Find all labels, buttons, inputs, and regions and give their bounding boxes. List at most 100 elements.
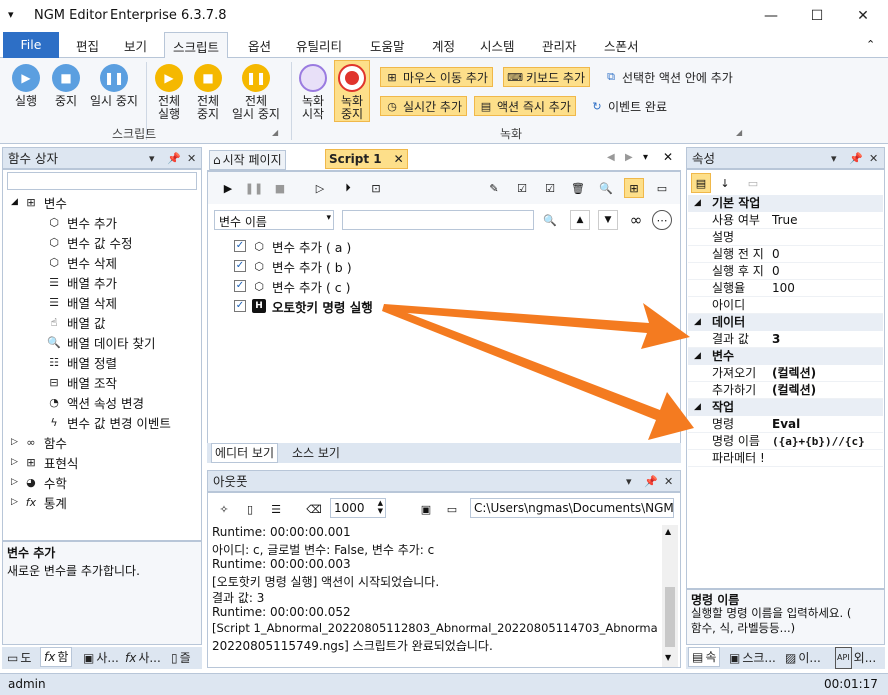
tree-node-variables[interactable]: ◢ ⊞ 변수 [11, 192, 67, 212]
function-search-input[interactable] [7, 172, 197, 190]
scroll-up-icon[interactable]: ▲ [665, 527, 671, 536]
property-row[interactable]: 실행 후 지0 [688, 263, 883, 280]
stop-script-icon[interactable]: ■ [270, 178, 290, 198]
property-row[interactable]: 실행 전 지0 [688, 246, 883, 263]
tab-editor-view[interactable]: 에디터 보기 [211, 443, 279, 463]
collapse-icon[interactable]: ◢ [694, 348, 701, 365]
folder-icon[interactable]: ▭ [442, 499, 462, 519]
tab-list-icon[interactable]: ▾ [643, 152, 648, 163]
close-icon[interactable]: ✕ [869, 148, 878, 170]
category-variables[interactable]: ◢ 변수 [688, 348, 883, 365]
property-row-command[interactable]: 명령 Eval [688, 416, 883, 433]
menu-account[interactable]: 계정 [432, 36, 455, 55]
categorized-icon[interactable]: ▤ [691, 173, 711, 193]
scroll-left-icon[interactable]: ◀ [607, 152, 615, 163]
tree-item-add-variable[interactable]: ⬡ 변수 추가 [47, 212, 117, 232]
tab-start-page[interactable]: ⌂ 시작 페이지 [209, 150, 286, 170]
scroll-right-icon[interactable]: ▶ [625, 152, 633, 163]
add-action-now-button[interactable]: ▤ 액션 즉시 추가 [474, 96, 576, 116]
monitor-icon[interactable]: ▭ [652, 178, 672, 198]
tab-source-view[interactable]: 소스 보기 [289, 443, 343, 463]
property-row[interactable]: 실행율 100 [688, 280, 883, 297]
menu-sponsor[interactable]: 스폰서 [604, 36, 639, 55]
more-icon[interactable]: ⋯ [652, 210, 672, 230]
pause-button[interactable]: ❚❚ 일시 중지 [86, 64, 142, 108]
tree-node-expressions[interactable]: ▷ ⊞ 표현식 [11, 452, 78, 472]
tree-item-sort-array[interactable]: ☷ 배열 정렬 [47, 352, 117, 372]
property-row[interactable]: 가져오기 (컬렉션) [688, 365, 883, 382]
pin-icon[interactable]: 📌 [644, 471, 658, 493]
tab-images[interactable]: ▨ 이... [782, 648, 824, 668]
add-into-selected-button[interactable]: ⧉ 선택한 액션 안에 추가 [600, 67, 737, 87]
event-complete-button[interactable]: ↻ 이벤트 완료 [586, 96, 671, 116]
record-stop-button[interactable]: 녹화 중지 [334, 60, 370, 122]
tree-item-array-value[interactable]: ☝ 배열 값 [47, 312, 106, 332]
menu-script[interactable]: 스크립트 [164, 32, 229, 59]
close-icon[interactable]: ✕ [664, 471, 673, 493]
menu-system[interactable]: 시스템 [480, 36, 515, 55]
minimize-button[interactable]: — [748, 0, 794, 32]
tree-item-change-action-property[interactable]: ◔ 액션 속성 변경 [47, 392, 144, 412]
run-script-icon[interactable]: ▶ [218, 178, 238, 198]
system-menu-icon[interactable]: ▾ [8, 8, 14, 21]
loop-icon[interactable]: ∞ [626, 210, 646, 230]
tree-view-icon[interactable]: ⊞ [624, 178, 644, 198]
collapse-icon[interactable]: ▷ [11, 477, 18, 487]
panel-menu-icon[interactable]: ▾ [149, 148, 155, 170]
run-from-here-icon[interactable]: ⏵ [338, 178, 358, 198]
tree-item-variable-change-event[interactable]: ϟ 변수 값 변경 이벤트 [47, 412, 171, 432]
close-icon[interactable]: ✕ [187, 148, 196, 170]
pause-all-button[interactable]: ❚❚ 전체 일시 중지 [228, 64, 284, 121]
search-icon[interactable]: 🔍 [596, 178, 616, 198]
close-editor-icon[interactable]: ✕ [663, 150, 673, 164]
dialog-launcher-icon[interactable]: ◢ [736, 128, 742, 137]
file-menu[interactable]: File [3, 32, 59, 58]
category-basic[interactable]: ◢ 기본 작업 [688, 195, 883, 212]
dialog-launcher-icon[interactable]: ◢ [272, 128, 278, 137]
menu-help[interactable]: 도움말 [370, 36, 405, 55]
tree-item-delete-array[interactable]: ☰ 배열 삭제 [47, 292, 117, 312]
run-selected-icon[interactable]: ⊡ [366, 178, 386, 198]
sort-az-icon[interactable]: ↓ [715, 173, 735, 193]
tree-item-edit-variable[interactable]: ⬡ 변수 값 수정 [47, 232, 132, 252]
variable-name-select[interactable]: 변수 이름 ▾ [214, 210, 334, 230]
move-down-icon[interactable]: ▼ [598, 210, 618, 230]
tab-external-api[interactable]: API 외... [832, 647, 879, 669]
tab-script-1[interactable]: Script 1 ✕ [325, 149, 408, 169]
log-path-input[interactable]: C:\Users\ngmas\Documents\NGM6\ [470, 498, 674, 518]
collapse-icon[interactable]: ◢ [694, 399, 701, 416]
category-task[interactable]: ◢ 작업 [688, 399, 883, 416]
collapse-icon[interactable]: ◢ [694, 195, 701, 212]
add-realtime-button[interactable]: ◷ 실시간 추가 [380, 96, 468, 116]
line-checkbox[interactable]: ✓ [234, 300, 246, 312]
panel-menu-icon[interactable]: ▾ [831, 148, 837, 170]
script-line-selected[interactable]: ✓ H 오토핫키 명령 실행 [234, 296, 373, 316]
add-mouse-move-button[interactable]: ⊞ 마우스 이동 추가 [380, 67, 493, 87]
line-checkbox[interactable]: ✓ [234, 280, 246, 292]
close-tab-icon[interactable]: ✕ [394, 149, 404, 169]
pin-icon[interactable]: 📌 [849, 148, 863, 170]
close-window-button[interactable]: ✕ [840, 0, 886, 32]
property-row[interactable]: 파라메터 ! [688, 450, 883, 467]
pause-script-icon[interactable]: ❚❚ [244, 178, 264, 198]
spinner-icon[interactable]: ▲ ▼ [378, 499, 383, 515]
check-icon[interactable]: ☑ [540, 178, 560, 198]
check-all-icon[interactable]: ☑ [512, 178, 532, 198]
delete-icon[interactable]: 🗑 [568, 178, 588, 198]
save-icon[interactable]: ▣ [416, 499, 436, 519]
variable-search-input[interactable] [342, 210, 534, 230]
run-all-button[interactable]: ▶ 전체 실행 [150, 64, 188, 121]
left-tab-3[interactable]: ▣ 사... [80, 648, 122, 668]
menu-edit[interactable]: 편집 [76, 36, 99, 55]
collapse-icon[interactable]: ▷ [11, 437, 18, 447]
tab-properties[interactable]: ▤ 속 [688, 647, 721, 667]
property-row[interactable]: 설명 [688, 229, 883, 246]
collapse-icon[interactable]: ◢ [694, 314, 701, 331]
property-row[interactable]: 사용 여부 True [688, 212, 883, 229]
pin-icon[interactable]: 📌 [167, 148, 181, 170]
move-up-icon[interactable]: ▲ [570, 210, 590, 230]
script-line[interactable]: ✓ ⬡ 변수 추가 ( c ) [234, 276, 351, 296]
left-tab-functions[interactable]: fx 함 [40, 647, 73, 667]
category-data[interactable]: ◢ 데이터 [688, 314, 883, 331]
property-pages-icon[interactable]: ▭ [743, 173, 763, 193]
